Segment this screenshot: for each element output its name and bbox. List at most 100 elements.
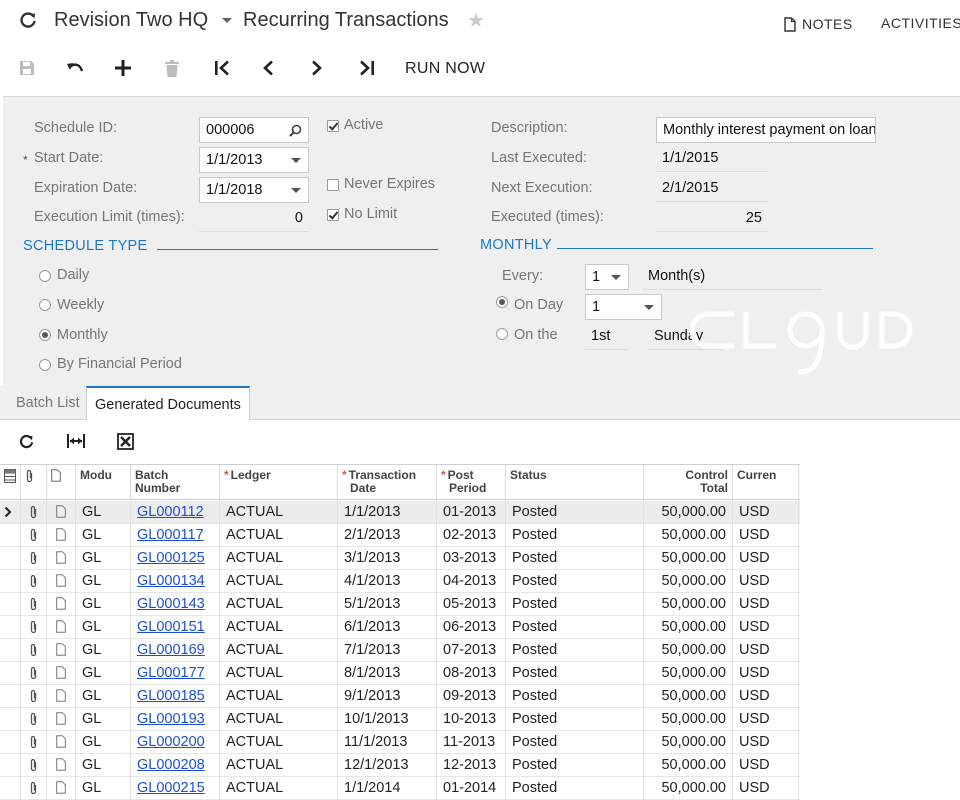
batch-number-link[interactable]: GL000215 (131, 777, 220, 800)
table-row[interactable]: GL GL000185 ACTUAL 9/1/2013 09-2013 Posted 50,… (0, 685, 800, 708)
batch-number-link[interactable]: GL000193 (131, 708, 220, 731)
table-row[interactable]: GL GL000112 ACTUAL 1/1/2013 01-2013 Posted 50,… (0, 501, 800, 524)
radio-by-financial-period[interactable] (39, 359, 51, 371)
row-note[interactable] (47, 708, 76, 731)
delete-button[interactable] (156, 48, 188, 88)
row-attachment[interactable] (21, 777, 47, 800)
batch-number-link[interactable]: GL000177 (131, 662, 220, 685)
refresh-icon[interactable] (18, 10, 38, 30)
row-attachment[interactable] (21, 639, 47, 662)
run-now-button[interactable]: RUN NOW (405, 60, 485, 78)
row-attachment[interactable] (21, 593, 47, 616)
row-note[interactable] (47, 547, 76, 570)
export-excel-icon[interactable] (117, 433, 134, 450)
batch-number-link[interactable]: GL000117 (131, 524, 220, 547)
activities-button[interactable]: ACTIVITIES (881, 15, 960, 31)
execution-limit-input[interactable]: 0 (199, 206, 309, 232)
col-status[interactable]: Status (506, 465, 644, 500)
row-selector[interactable] (0, 685, 21, 708)
table-row[interactable]: GL GL000169 ACTUAL 7/1/2013 07-2013 Posted 50,… (0, 639, 800, 662)
every-select[interactable]: 1 (585, 264, 629, 290)
active-checkbox[interactable] (327, 120, 339, 132)
table-row[interactable]: GL GL000134 ACTUAL 4/1/2013 04-2013 Posted 50,… (0, 570, 800, 593)
batch-number-link[interactable]: GL000143 (131, 593, 220, 616)
row-attachment[interactable] (21, 708, 47, 731)
col-control-total[interactable]: Control Total (644, 465, 733, 500)
batch-number-link[interactable]: GL000169 (131, 639, 220, 662)
row-selector[interactable] (0, 662, 21, 685)
row-note[interactable] (47, 593, 76, 616)
undo-button[interactable] (59, 48, 91, 88)
radio-daily[interactable] (39, 270, 51, 282)
expiration-date-input[interactable]: 1/1/2018 (199, 177, 309, 203)
attachment-header[interactable] (21, 465, 47, 500)
batch-number-link[interactable]: GL000151 (131, 616, 220, 639)
row-selector[interactable] (0, 547, 21, 570)
row-note[interactable] (47, 777, 76, 800)
row-selector-header[interactable] (0, 465, 21, 500)
table-row[interactable]: GL GL000215 ACTUAL 1/1/2014 01-2014 Posted 50,… (0, 777, 800, 800)
chevron-down-icon[interactable] (291, 188, 301, 193)
table-row[interactable]: GL GL000200 ACTUAL 11/1/2013 11-2013 Posted 50… (0, 731, 800, 754)
company-name[interactable]: Revision Two HQ (54, 9, 208, 32)
col-post-period[interactable]: * Post Period (437, 465, 506, 500)
table-row[interactable]: GL GL000208 ACTUAL 12/1/2013 12-2013 Posted 50… (0, 754, 800, 777)
table-row[interactable]: GL GL000151 ACTUAL 6/1/2013 06-2013 Posted 50,… (0, 616, 800, 639)
batch-number-link[interactable]: GL000208 (131, 754, 220, 777)
search-icon[interactable] (289, 124, 302, 137)
row-note[interactable] (47, 754, 76, 777)
previous-record-button[interactable] (252, 48, 284, 88)
row-attachment[interactable] (21, 547, 47, 570)
on-day-select[interactable]: 1 (585, 294, 662, 320)
row-selector[interactable] (0, 639, 21, 662)
refresh-icon[interactable] (18, 433, 35, 450)
table-row[interactable]: GL GL000125 ACTUAL 3/1/2013 03-2013 Posted 50,… (0, 547, 800, 570)
row-selector[interactable] (0, 501, 21, 524)
batch-number-link[interactable]: GL000185 (131, 685, 220, 708)
no-limit-checkbox[interactable] (327, 209, 339, 221)
radio-weekly[interactable] (39, 299, 51, 311)
tab-batch-list[interactable]: Batch List (8, 386, 88, 420)
notes-button[interactable]: NOTES (784, 15, 853, 33)
row-attachment[interactable] (21, 662, 47, 685)
row-selector[interactable] (0, 754, 21, 777)
fit-columns-icon[interactable] (66, 433, 86, 449)
row-note[interactable] (47, 501, 76, 524)
row-note[interactable] (47, 639, 76, 662)
row-note[interactable] (47, 616, 76, 639)
row-attachment[interactable] (21, 616, 47, 639)
chevron-down-icon[interactable] (644, 305, 654, 310)
col-currency[interactable]: Curren (733, 465, 799, 500)
row-selector[interactable] (0, 570, 21, 593)
last-record-button[interactable] (351, 48, 383, 88)
radio-monthly[interactable] (39, 329, 51, 341)
row-attachment[interactable] (21, 570, 47, 593)
row-note[interactable] (47, 731, 76, 754)
row-note[interactable] (47, 524, 76, 547)
row-note[interactable] (47, 685, 76, 708)
save-button[interactable] (11, 48, 43, 88)
start-date-input[interactable]: 1/1/2013 (199, 147, 309, 173)
next-record-button[interactable] (301, 48, 333, 88)
never-expires-checkbox[interactable] (327, 179, 339, 191)
row-attachment[interactable] (21, 501, 47, 524)
row-selector[interactable] (0, 616, 21, 639)
note-header[interactable] (47, 465, 76, 500)
table-row[interactable]: GL GL000177 ACTUAL 8/1/2013 08-2013 Posted 50,… (0, 662, 800, 685)
description-input[interactable]: Monthly interest payment on loan (656, 117, 876, 143)
tab-generated-documents[interactable]: Generated Documents (86, 386, 250, 421)
chevron-down-icon[interactable] (611, 275, 621, 280)
batch-number-link[interactable]: GL000200 (131, 731, 220, 754)
row-attachment[interactable] (21, 524, 47, 547)
table-row[interactable]: GL GL000193 ACTUAL 10/1/2013 10-2013 Posted 50… (0, 708, 800, 731)
row-selector[interactable] (0, 731, 21, 754)
col-module[interactable]: Modu (76, 465, 131, 500)
col-transaction-date[interactable]: * Transaction Date (338, 465, 437, 500)
favorite-star-icon[interactable]: ★ (467, 8, 485, 33)
row-attachment[interactable] (21, 754, 47, 777)
first-record-button[interactable] (206, 48, 238, 88)
add-button[interactable] (107, 48, 139, 88)
chevron-down-icon[interactable] (291, 158, 301, 163)
table-row[interactable]: GL GL000117 ACTUAL 2/1/2013 02-2013 Posted 50,… (0, 524, 800, 547)
col-ledger[interactable]: * Ledger (220, 465, 338, 500)
